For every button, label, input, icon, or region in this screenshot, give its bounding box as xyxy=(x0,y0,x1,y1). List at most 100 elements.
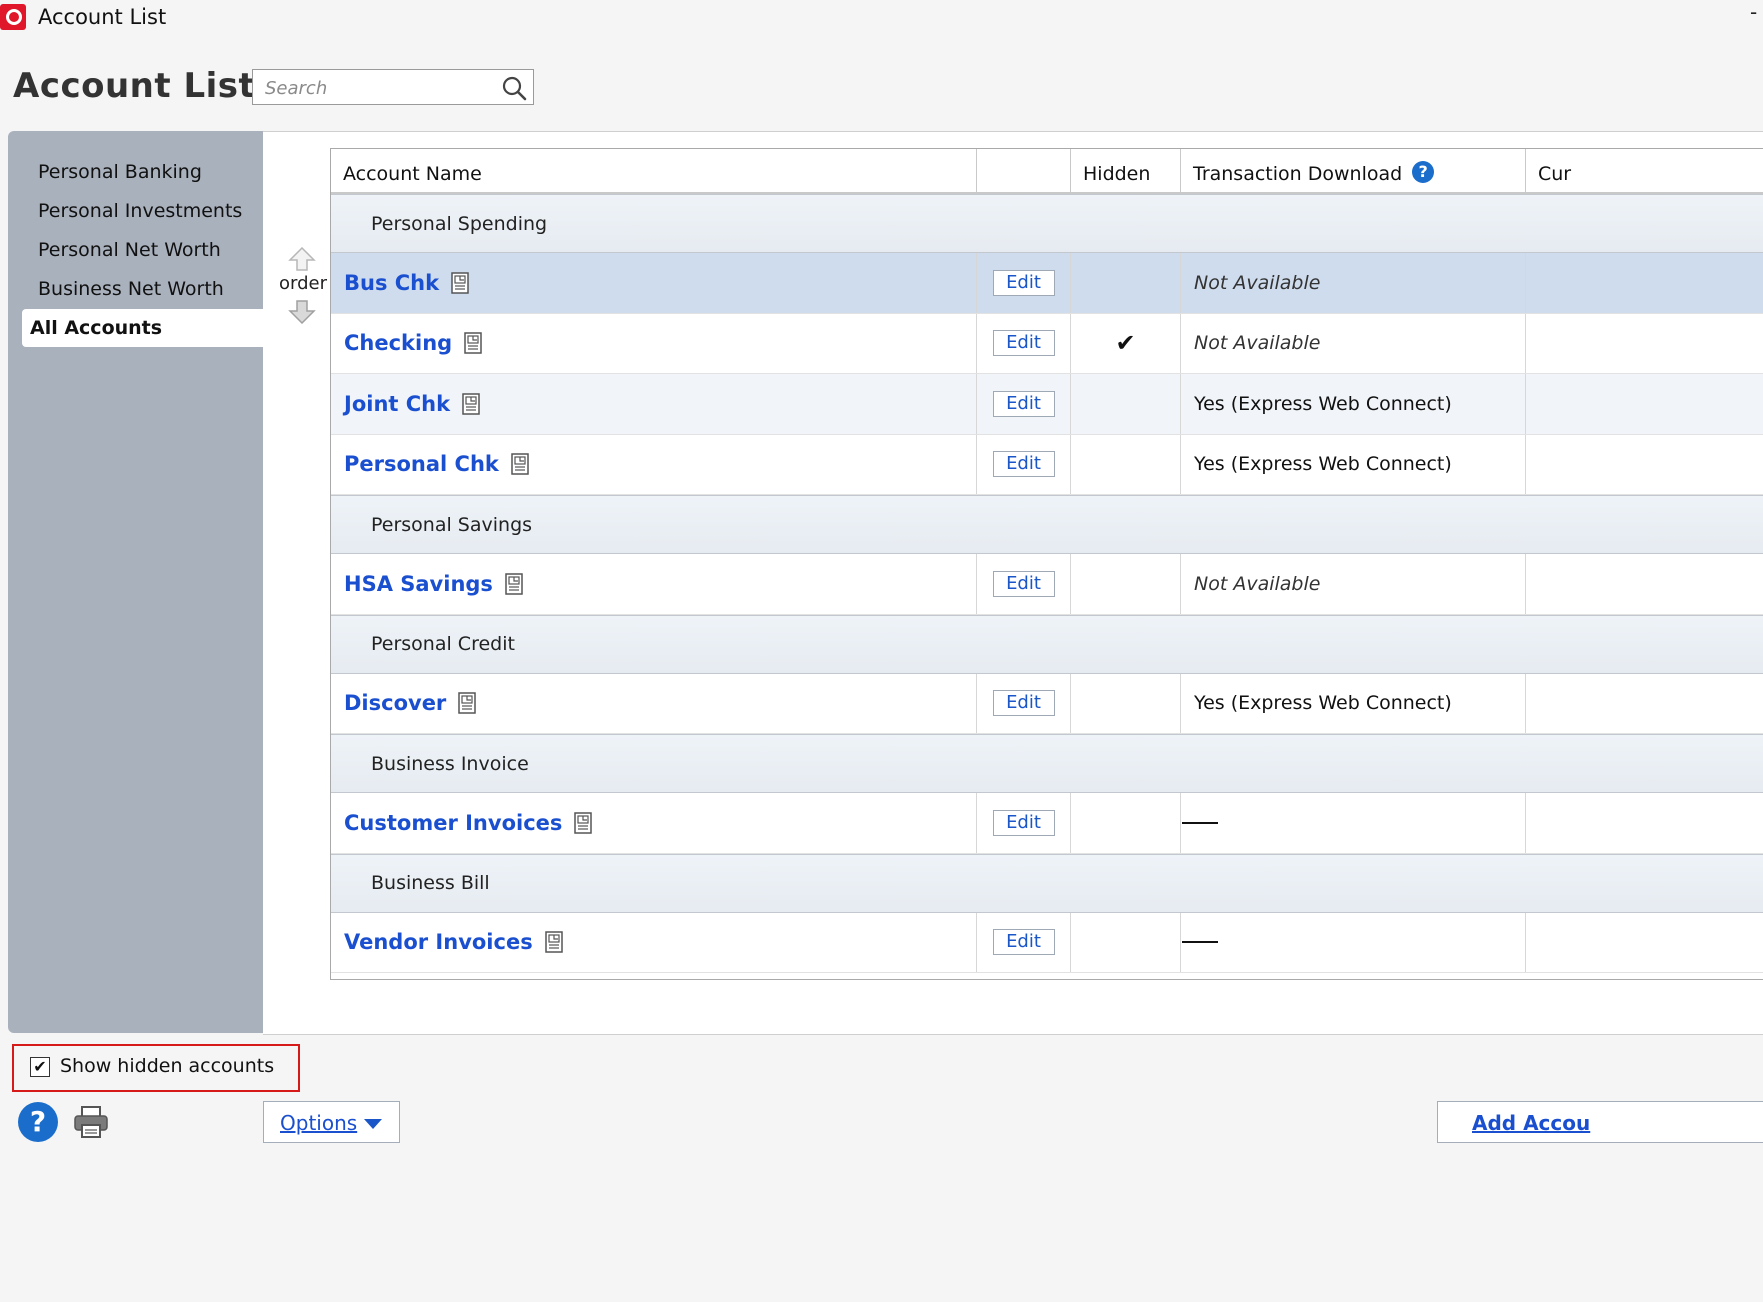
account-report-icon[interactable] xyxy=(511,453,529,475)
chevron-down-icon xyxy=(364,1119,382,1129)
table-row[interactable]: Joint Chk Edit Yes (Express Web Connect) xyxy=(331,374,1763,435)
title-bar: Account List - xyxy=(0,0,1763,40)
account-link[interactable]: Vendor Invoices xyxy=(344,930,533,954)
sidebar-item-all-accounts[interactable]: All Accounts xyxy=(22,309,263,347)
column-header-hidden[interactable]: Hidden xyxy=(1071,149,1181,192)
hidden-cell[interactable] xyxy=(1071,912,1181,972)
account-group-header: Personal Spending xyxy=(331,194,1763,253)
transaction-download-status: Not Available xyxy=(1194,271,1321,294)
transaction-download-cell: Not Available xyxy=(1181,313,1526,373)
account-link[interactable]: Checking xyxy=(344,331,452,355)
table-row[interactable]: Checking Edit ✔ Not Available xyxy=(331,313,1763,374)
transaction-download-cell: Not Available xyxy=(1181,253,1526,313)
table-row[interactable]: HSA Savings Edit Not Available xyxy=(331,554,1763,615)
group-label: Business Bill xyxy=(371,872,490,894)
account-report-icon[interactable] xyxy=(464,332,482,354)
edit-button[interactable]: Edit xyxy=(992,809,1055,836)
help-icon[interactable]: ? xyxy=(18,1102,58,1142)
current-balance-cell xyxy=(1526,314,1763,374)
account-group-header: Business Bill xyxy=(331,853,1763,913)
search-box[interactable] xyxy=(252,69,534,105)
edit-button[interactable]: Edit xyxy=(992,690,1055,717)
column-header-current-balance[interactable]: Cur xyxy=(1526,149,1763,192)
sidebar-item-personal-net-worth[interactable]: Personal Net Worth xyxy=(38,231,221,269)
page-title: Account List xyxy=(13,66,256,106)
options-label: Options xyxy=(280,1111,358,1135)
hidden-cell[interactable]: ✔ xyxy=(1071,313,1181,373)
checkmark-icon: ✔ xyxy=(1115,329,1136,358)
account-link[interactable]: Joint Chk xyxy=(344,392,450,416)
account-name-cell: Bus Chk xyxy=(331,253,977,313)
account-name-cell: Personal Chk xyxy=(331,434,977,494)
edit-button[interactable]: Edit xyxy=(992,451,1055,478)
account-name-cell: HSA Savings xyxy=(331,554,977,614)
current-balance-cell xyxy=(1526,554,1763,614)
edit-button[interactable]: Edit xyxy=(992,330,1055,357)
account-link[interactable]: Discover xyxy=(344,691,446,715)
edit-cell: Edit xyxy=(977,554,1071,614)
edit-button[interactable]: Edit xyxy=(992,390,1055,417)
edit-cell: Edit xyxy=(977,673,1071,733)
account-report-icon[interactable] xyxy=(451,272,469,294)
account-name-cell: Customer Invoices xyxy=(331,793,977,853)
hidden-cell[interactable] xyxy=(1071,793,1181,853)
transaction-download-status: Not Available xyxy=(1194,332,1321,355)
table-row[interactable]: Personal Chk Edit Yes (Express Web Connect… xyxy=(331,434,1763,495)
current-balance-cell xyxy=(1526,253,1763,313)
hidden-cell[interactable] xyxy=(1071,374,1181,434)
search-icon[interactable] xyxy=(501,75,527,101)
transaction-download-header-label: Transaction Download xyxy=(1193,163,1403,185)
column-header-account-name[interactable]: Account Name xyxy=(331,149,977,192)
account-link[interactable]: HSA Savings xyxy=(344,572,493,596)
transaction-download-cell: Yes (Express Web Connect) xyxy=(1181,434,1526,494)
window-title: Account List xyxy=(38,5,167,29)
edit-button[interactable]: Edit xyxy=(992,929,1055,956)
account-report-icon[interactable] xyxy=(544,931,563,953)
hidden-cell[interactable] xyxy=(1071,253,1181,313)
help-icon[interactable]: ? xyxy=(1412,160,1435,183)
account-link[interactable]: Bus Chk xyxy=(344,271,439,295)
printer-icon[interactable] xyxy=(73,1105,109,1139)
sidebar-item-personal-investments[interactable]: Personal Investments xyxy=(38,192,242,230)
account-name-cell: Discover xyxy=(331,673,977,733)
account-report-icon[interactable] xyxy=(458,692,477,714)
hidden-cell[interactable] xyxy=(1071,434,1181,494)
account-report-icon[interactable] xyxy=(462,393,480,415)
table-row[interactable]: Customer Invoices Edit xyxy=(331,793,1763,854)
move-up-arrow-icon[interactable] xyxy=(288,247,316,271)
search-input[interactable] xyxy=(263,76,497,100)
edit-button[interactable]: Edit xyxy=(992,570,1055,597)
table-row[interactable]: Vendor Invoices Edit xyxy=(331,912,1763,973)
edit-button[interactable]: Edit xyxy=(992,269,1055,296)
current-balance-cell xyxy=(1526,913,1763,973)
add-account-button[interactable]: Add Accou xyxy=(1437,1101,1763,1143)
table-row[interactable]: Discover Edit Yes (Express Web Connect) xyxy=(331,673,1763,734)
account-report-icon[interactable] xyxy=(574,812,593,834)
account-group-header: Personal Credit xyxy=(331,614,1763,674)
hidden-cell[interactable] xyxy=(1071,554,1181,614)
edit-cell: Edit xyxy=(977,793,1071,853)
column-header-transaction-download[interactable]: Transaction Download? xyxy=(1181,149,1526,192)
quicken-logo-icon xyxy=(0,4,26,30)
show-hidden-accounts-label[interactable]: Show hidden accounts xyxy=(60,1055,274,1077)
move-down-arrow-icon[interactable] xyxy=(288,300,316,324)
hidden-cell[interactable] xyxy=(1071,673,1181,733)
dash-icon xyxy=(1182,821,1218,824)
transaction-download-cell xyxy=(1181,912,1526,972)
show-hidden-accounts-checkbox[interactable]: ✔ xyxy=(30,1057,50,1077)
sidebar-item-business-net-worth[interactable]: Business Net Worth xyxy=(38,270,224,308)
edit-cell: Edit xyxy=(977,912,1071,972)
sidebar-item-personal-banking[interactable]: Personal Banking xyxy=(38,153,202,191)
account-name-cell: Vendor Invoices xyxy=(331,912,977,972)
minimize-button[interactable]: - xyxy=(1750,0,1757,24)
account-link[interactable]: Personal Chk xyxy=(344,452,499,476)
table-header: Account Name Hidden Transaction Download… xyxy=(331,149,1763,194)
group-label: Personal Savings xyxy=(371,513,533,536)
show-hidden-accounts-highlight: ✔ Show hidden accounts xyxy=(12,1044,300,1092)
options-button[interactable]: Options xyxy=(263,1101,400,1143)
table-row[interactable]: Bus Chk Edit Not Available xyxy=(331,253,1763,314)
account-group-header: Personal Savings xyxy=(331,495,1763,554)
account-link[interactable]: Customer Invoices xyxy=(344,811,562,835)
transaction-download-cell: Yes (Express Web Connect) xyxy=(1181,673,1526,733)
account-report-icon[interactable] xyxy=(505,573,523,595)
